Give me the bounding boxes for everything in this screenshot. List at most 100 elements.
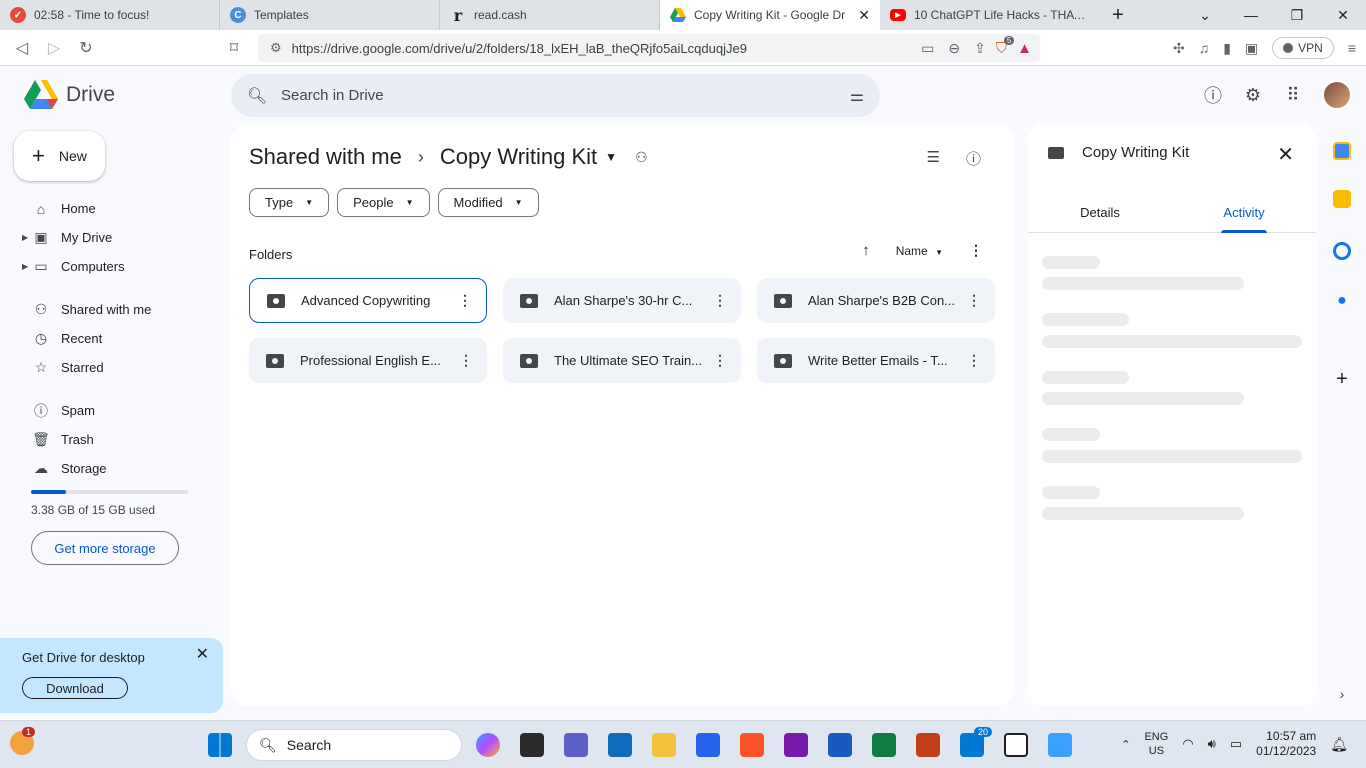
sidebar-item-recent[interactable]: ◷ Recent (0, 324, 222, 353)
breadcrumb-parent[interactable]: Shared with me (249, 144, 402, 170)
share-icon[interactable]: ⇪ (974, 40, 986, 57)
clock[interactable]: 10:57 am 01/12/2023 (1256, 729, 1316, 759)
tasks-icon[interactable] (1333, 242, 1351, 260)
add-addon-icon[interactable]: + (1333, 369, 1351, 389)
settings-gear-icon[interactable]: ⚙ (1242, 84, 1264, 106)
sort-by-button[interactable]: Name ▼ (896, 244, 943, 258)
battery-icon[interactable]: ▭ (1230, 736, 1242, 752)
more-options-icon[interactable]: ⋮ (713, 292, 727, 309)
filter-type[interactable]: Type ▼ (249, 188, 330, 217)
browser-tab[interactable]: ▶ 10 ChatGPT Life Hacks - THAT'LL C (880, 0, 1100, 30)
get-more-storage-button[interactable]: Get more storage (31, 531, 179, 565)
chevron-up-icon[interactable]: ⌃ (1121, 738, 1130, 751)
tab-search-icon[interactable]: ⌄ (1182, 0, 1228, 30)
close-icon[interactable]: ✕ (1277, 142, 1294, 167)
minimize-icon[interactable]: — (1228, 0, 1274, 30)
calendar-icon[interactable] (1333, 142, 1351, 160)
browser-tab[interactable]: r read.cash (440, 0, 660, 30)
onenote-icon[interactable] (784, 733, 808, 757)
copilot-icon[interactable] (476, 733, 500, 757)
notification-bell-icon[interactable]: 🔔︎ (1330, 736, 1348, 753)
reload-icon[interactable]: ↻ (70, 32, 102, 64)
brave-shield-icon[interactable]: ⛉ 5 (996, 35, 1015, 57)
close-window-icon[interactable]: ✕ (1320, 0, 1366, 30)
zoom-icon[interactable]: ⊖ (948, 40, 960, 57)
brave-rewards-icon[interactable]: ▲ (1017, 40, 1032, 57)
file-explorer-icon[interactable] (652, 733, 676, 757)
search-icon[interactable]: 🔍︎ (247, 86, 281, 106)
contacts-icon[interactable]: ● (1333, 292, 1351, 310)
store-icon[interactable] (608, 733, 632, 757)
forward-icon[interactable]: ▷ (38, 32, 70, 64)
sidebar-item-home[interactable]: ⌂ Home (0, 194, 222, 223)
tab-details[interactable]: Details (1028, 192, 1172, 232)
sidebar-item-trash[interactable]: 🗑︎ Trash (0, 425, 222, 454)
expand-caret-icon[interactable]: ▶ (22, 233, 28, 242)
more-options-icon[interactable]: ⋮ (967, 352, 981, 369)
language-indicator[interactable]: ENG US (1144, 730, 1168, 758)
expand-caret-icon[interactable]: ▶ (22, 262, 28, 271)
notion-icon[interactable] (1004, 733, 1028, 757)
word-icon[interactable] (828, 733, 852, 757)
site-settings-icon[interactable]: ⚙ (270, 40, 282, 56)
filter-people[interactable]: People ▼ (337, 188, 430, 217)
folder-card[interactable]: Alan Sharpe's B2B Con... ⋮ (757, 278, 995, 323)
browser-tab[interactable]: ✓ 02:58 - Time to focus! (0, 0, 220, 30)
sidebar-item-my-drive[interactable]: ▶ ▣ My Drive (0, 223, 222, 252)
back-icon[interactable]: ◁ (6, 32, 38, 64)
taskbar-search[interactable]: 🔍︎ Search (246, 729, 462, 761)
sidebar-item-shared[interactable]: ⚇ Shared with me (0, 295, 222, 324)
close-tab-icon[interactable]: ✕ (858, 7, 870, 24)
menu-icon[interactable]: ≡ (1348, 40, 1356, 56)
chevron-down-icon[interactable]: ▼ (605, 150, 617, 164)
tab-activity[interactable]: Activity (1172, 192, 1316, 232)
powerpoint-icon[interactable] (916, 733, 940, 757)
info-icon[interactable]: ⓘ (966, 148, 981, 169)
more-options-icon[interactable]: ⋮ (458, 292, 472, 309)
folder-card[interactable]: Alan Sharpe's 30-hr C... ⋮ (503, 278, 741, 323)
folder-card[interactable]: Advanced Copywriting ⋮ (249, 278, 487, 323)
windows-start-icon[interactable] (208, 733, 232, 757)
sidebar-item-spam[interactable]: ⓘ Spam (0, 396, 222, 425)
drive-logo[interactable]: Drive (24, 80, 115, 110)
avatar[interactable] (1322, 80, 1352, 110)
search-bar[interactable]: 🔍︎ Search in Drive ⚌ (231, 74, 880, 117)
wifi-icon[interactable]: ◠ (1182, 736, 1193, 752)
download-button[interactable]: Download (22, 677, 128, 699)
volume-icon[interactable]: 🔊︎ (1208, 736, 1216, 752)
url-field[interactable]: ⚙ https://drive.google.com/drive/u/2/fol… (258, 34, 1040, 62)
more-options-icon[interactable]: ⋮ (459, 352, 473, 369)
more-options-icon[interactable]: ⋮ (967, 292, 981, 309)
folder-card[interactable]: Professional English E... ⋮ (249, 338, 487, 383)
extensions-icon[interactable]: ✣ (1173, 40, 1185, 57)
breadcrumb-current[interactable]: Copy Writing Kit (440, 144, 597, 170)
sidebar-item-computers[interactable]: ▶ ▭ Computers (0, 252, 222, 281)
browser-tab-active[interactable]: Copy Writing Kit - Google Dr ✕ (660, 0, 880, 30)
folder-card[interactable]: Write Better Emails - T... ⋮ (757, 338, 995, 383)
sidebar-item-storage[interactable]: ☁ Storage (0, 454, 222, 483)
new-tab-button[interactable]: + (1100, 0, 1136, 30)
help-icon[interactable]: ⓘ (1202, 84, 1224, 106)
editor-icon[interactable] (696, 733, 720, 757)
keep-icon[interactable] (1333, 190, 1351, 208)
list-view-icon[interactable]: ☰ (927, 148, 940, 169)
wallet-icon[interactable]: ▣ (1245, 40, 1258, 57)
task-view-icon[interactable] (520, 733, 544, 757)
close-icon[interactable]: ✕ (196, 644, 209, 664)
bookmark-icon[interactable]: ⌑ (218, 32, 250, 64)
teams-icon[interactable] (564, 733, 588, 757)
cast-icon[interactable]: ▭ (921, 40, 934, 57)
browser-tab[interactable]: C Templates (220, 0, 440, 30)
new-button[interactable]: + New (14, 131, 105, 181)
media-icon[interactable]: ♫ (1199, 40, 1210, 56)
search-options-icon[interactable]: ⚌ (850, 86, 864, 106)
apps-grid-icon[interactable]: ⠿ (1282, 84, 1304, 106)
sidebar-toggle-icon[interactable]: ▮ (1223, 40, 1231, 57)
more-options-icon[interactable]: ⋮ (713, 352, 727, 369)
filter-modified[interactable]: Modified ▼ (437, 188, 539, 217)
excel-icon[interactable] (872, 733, 896, 757)
more-options-icon[interactable]: ⋮ (969, 242, 983, 259)
restore-icon[interactable]: ❐ (1274, 0, 1320, 30)
sidebar-item-starred[interactable]: ☆ Starred (0, 353, 222, 382)
vpn-button[interactable]: VPN (1272, 37, 1334, 59)
